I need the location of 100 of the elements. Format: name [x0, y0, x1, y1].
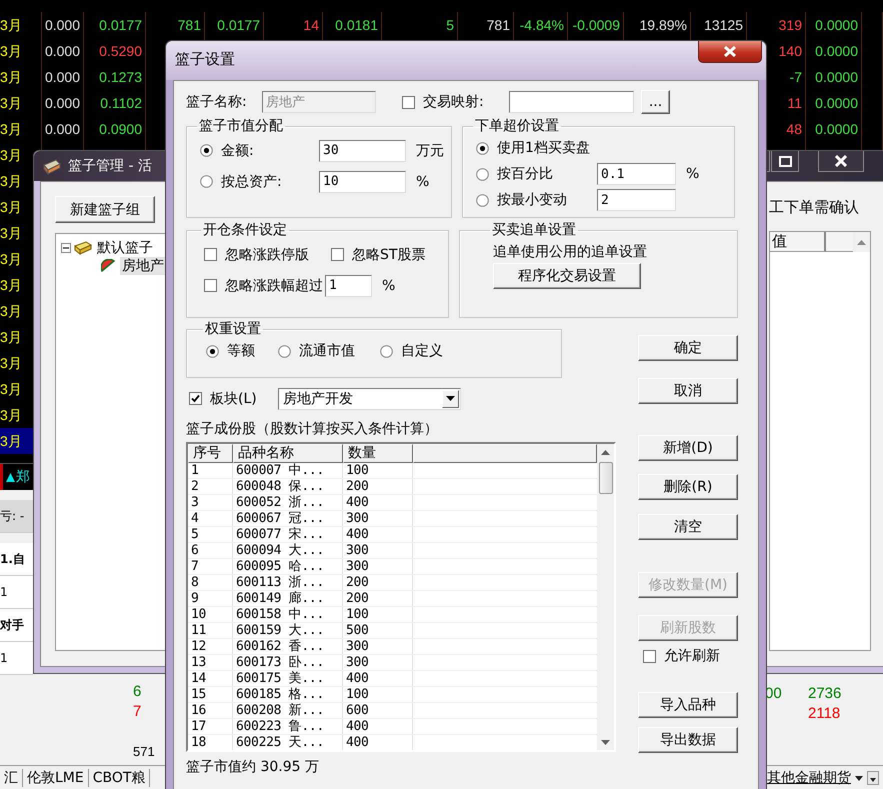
market-tab[interactable]: 伦敦LME: [23, 769, 89, 787]
radio-icon[interactable]: [200, 144, 213, 157]
radio-icon[interactable]: [476, 142, 489, 154]
radio-icon[interactable]: [206, 344, 219, 358]
market-tab[interactable]: 汇: [0, 769, 23, 787]
checkbox[interactable]: 板块(L): [189, 390, 278, 408]
table-cell-text: 3月: [0, 146, 22, 165]
input-field[interactable]: 10: [319, 170, 406, 192]
checkbox-icon[interactable]: [331, 248, 344, 261]
radio-icon[interactable]: [278, 344, 291, 358]
input-field[interactable]: 0.1: [597, 163, 676, 185]
tree-item[interactable]: 房地产: [120, 257, 166, 275]
radio-icon[interactable]: [200, 175, 213, 188]
radio-icon[interactable]: [380, 344, 393, 358]
sector-dropdown[interactable]: 房地产开发: [278, 388, 461, 410]
table-cell: 16: [188, 703, 233, 718]
dialog-button[interactable]: 导出数据: [638, 727, 738, 753]
count-text: 571: [133, 743, 155, 761]
column-header[interactable]: 序号: [188, 444, 233, 463]
radio-button[interactable]: 自定义: [380, 342, 443, 360]
table-row[interactable]: 3月 0.000 0.0177 781 0.0177 14 0.0181 5 781 -4.84% -0.0009 19.89% 13125 319 0.0000: [0, 12, 883, 38]
unit-label: %: [382, 278, 396, 294]
close-button[interactable]: [698, 41, 762, 63]
radio-button[interactable]: 按百分比: [476, 165, 597, 183]
dialog-button[interactable]: 取消: [638, 378, 738, 404]
table-cell-text: 5: [445, 16, 455, 35]
radio-button[interactable]: 使用1档买卖盘: [476, 139, 597, 157]
scroll-icon[interactable]: [867, 771, 879, 785]
checkbox-icon[interactable]: [204, 279, 217, 292]
close-icon: [724, 46, 736, 57]
table-cell: 4: [188, 511, 233, 526]
checkbox[interactable]: 交易映射:: [402, 93, 509, 111]
tree-item[interactable]: 默认篮子: [95, 239, 155, 257]
panel-text: 1: [0, 576, 33, 609]
browse-button[interactable]: ...: [641, 90, 670, 114]
scrollbar[interactable]: [597, 444, 614, 750]
checkbox-icon[interactable]: [643, 650, 656, 662]
arrow-down-icon[interactable]: [601, 740, 610, 744]
scrollbar[interactable]: [853, 232, 870, 252]
table-cell: 14: [188, 671, 233, 686]
table-cell: 600149 廊...: [233, 591, 343, 606]
panel-text: 对手: [0, 609, 33, 642]
radio-icon[interactable]: [476, 194, 489, 206]
column-header[interactable]: 值: [770, 232, 826, 252]
group-title: 篮子市值分配: [198, 117, 284, 135]
table-cell-text: 0.0900: [98, 120, 143, 139]
table-cell: 400: [343, 527, 413, 542]
input-field[interactable]: 2: [597, 189, 676, 211]
dialog-button[interactable]: 确定: [638, 335, 738, 361]
folder-icon: [74, 241, 92, 255]
checkbox-icon[interactable]: [204, 248, 217, 261]
checkbox[interactable]: 允许刷新: [638, 647, 738, 665]
checkbox-icon[interactable]: [189, 392, 202, 405]
close-button[interactable]: [818, 151, 864, 172]
expander-icon[interactable]: [61, 243, 71, 253]
new-group-button[interactable]: 新建篮子组: [55, 196, 155, 223]
table-cell: 200: [343, 575, 413, 590]
table-cell-text: 3月: [0, 432, 22, 451]
checkbox[interactable]: 忽略ST股票: [331, 246, 426, 264]
input-field[interactable]: [509, 91, 634, 113]
column-header[interactable]: 数量: [343, 444, 413, 463]
market-tab[interactable]: 其他金融期货: [767, 769, 851, 787]
column-header[interactable]: 品种名称: [233, 444, 343, 463]
table-cell-text: 3月: [0, 380, 22, 399]
checkbox[interactable]: 忽略涨跌停版: [204, 246, 331, 264]
radio-icon[interactable]: [476, 168, 489, 180]
input-field[interactable]: 1: [325, 274, 372, 296]
table-cell: 11: [188, 623, 233, 638]
radio-button[interactable]: 金额:: [200, 142, 319, 160]
radio-button[interactable]: 流通市值: [278, 342, 380, 360]
table-cell-text: 0.0000: [814, 120, 859, 139]
table-cell: 600052 浙...: [233, 495, 343, 510]
table-cell: 5: [188, 527, 233, 542]
column-header[interactable]: [826, 232, 853, 252]
dialog-button[interactable]: 导入品种: [638, 692, 738, 718]
total-text: 篮子市值约 30.95 万: [186, 758, 320, 776]
scrollbar-thumb[interactable]: [598, 462, 612, 494]
table-cell-text: 319: [778, 16, 803, 35]
settings-button[interactable]: 程序化交易设置: [493, 263, 641, 289]
checkbox[interactable]: 忽略涨跌幅超过: [204, 276, 323, 294]
maximize-button[interactable]: [771, 151, 799, 172]
radio-button[interactable]: 按最小变动: [476, 191, 597, 209]
table-cell-text: 0.0000: [814, 16, 859, 35]
input-field[interactable]: 30: [319, 140, 406, 162]
table-cell-text: 0.000: [44, 42, 81, 61]
table-cell-text: 3月: [0, 42, 22, 61]
table-cell-text: 0.0181: [334, 16, 379, 35]
table-cell-text: 0.1273: [98, 68, 143, 87]
dialog-button[interactable]: 新增(D): [638, 435, 738, 461]
market-tab[interactable]: CBOT粮: [88, 769, 150, 787]
radio-button[interactable]: 等额: [206, 342, 278, 360]
dialog-button[interactable]: 清空: [638, 514, 738, 540]
table-cell: 600162 香...: [233, 639, 343, 654]
table-cell-text: 0.000: [44, 120, 81, 139]
checkbox-icon[interactable]: [402, 96, 415, 108]
arrow-up-icon[interactable]: [601, 450, 610, 454]
dialog-button[interactable]: 删除(R): [638, 474, 738, 500]
table-cell-text: 0.5290: [98, 42, 143, 61]
radio-button[interactable]: 按总资产:: [200, 172, 319, 190]
table-cell-text: 14: [302, 16, 320, 35]
